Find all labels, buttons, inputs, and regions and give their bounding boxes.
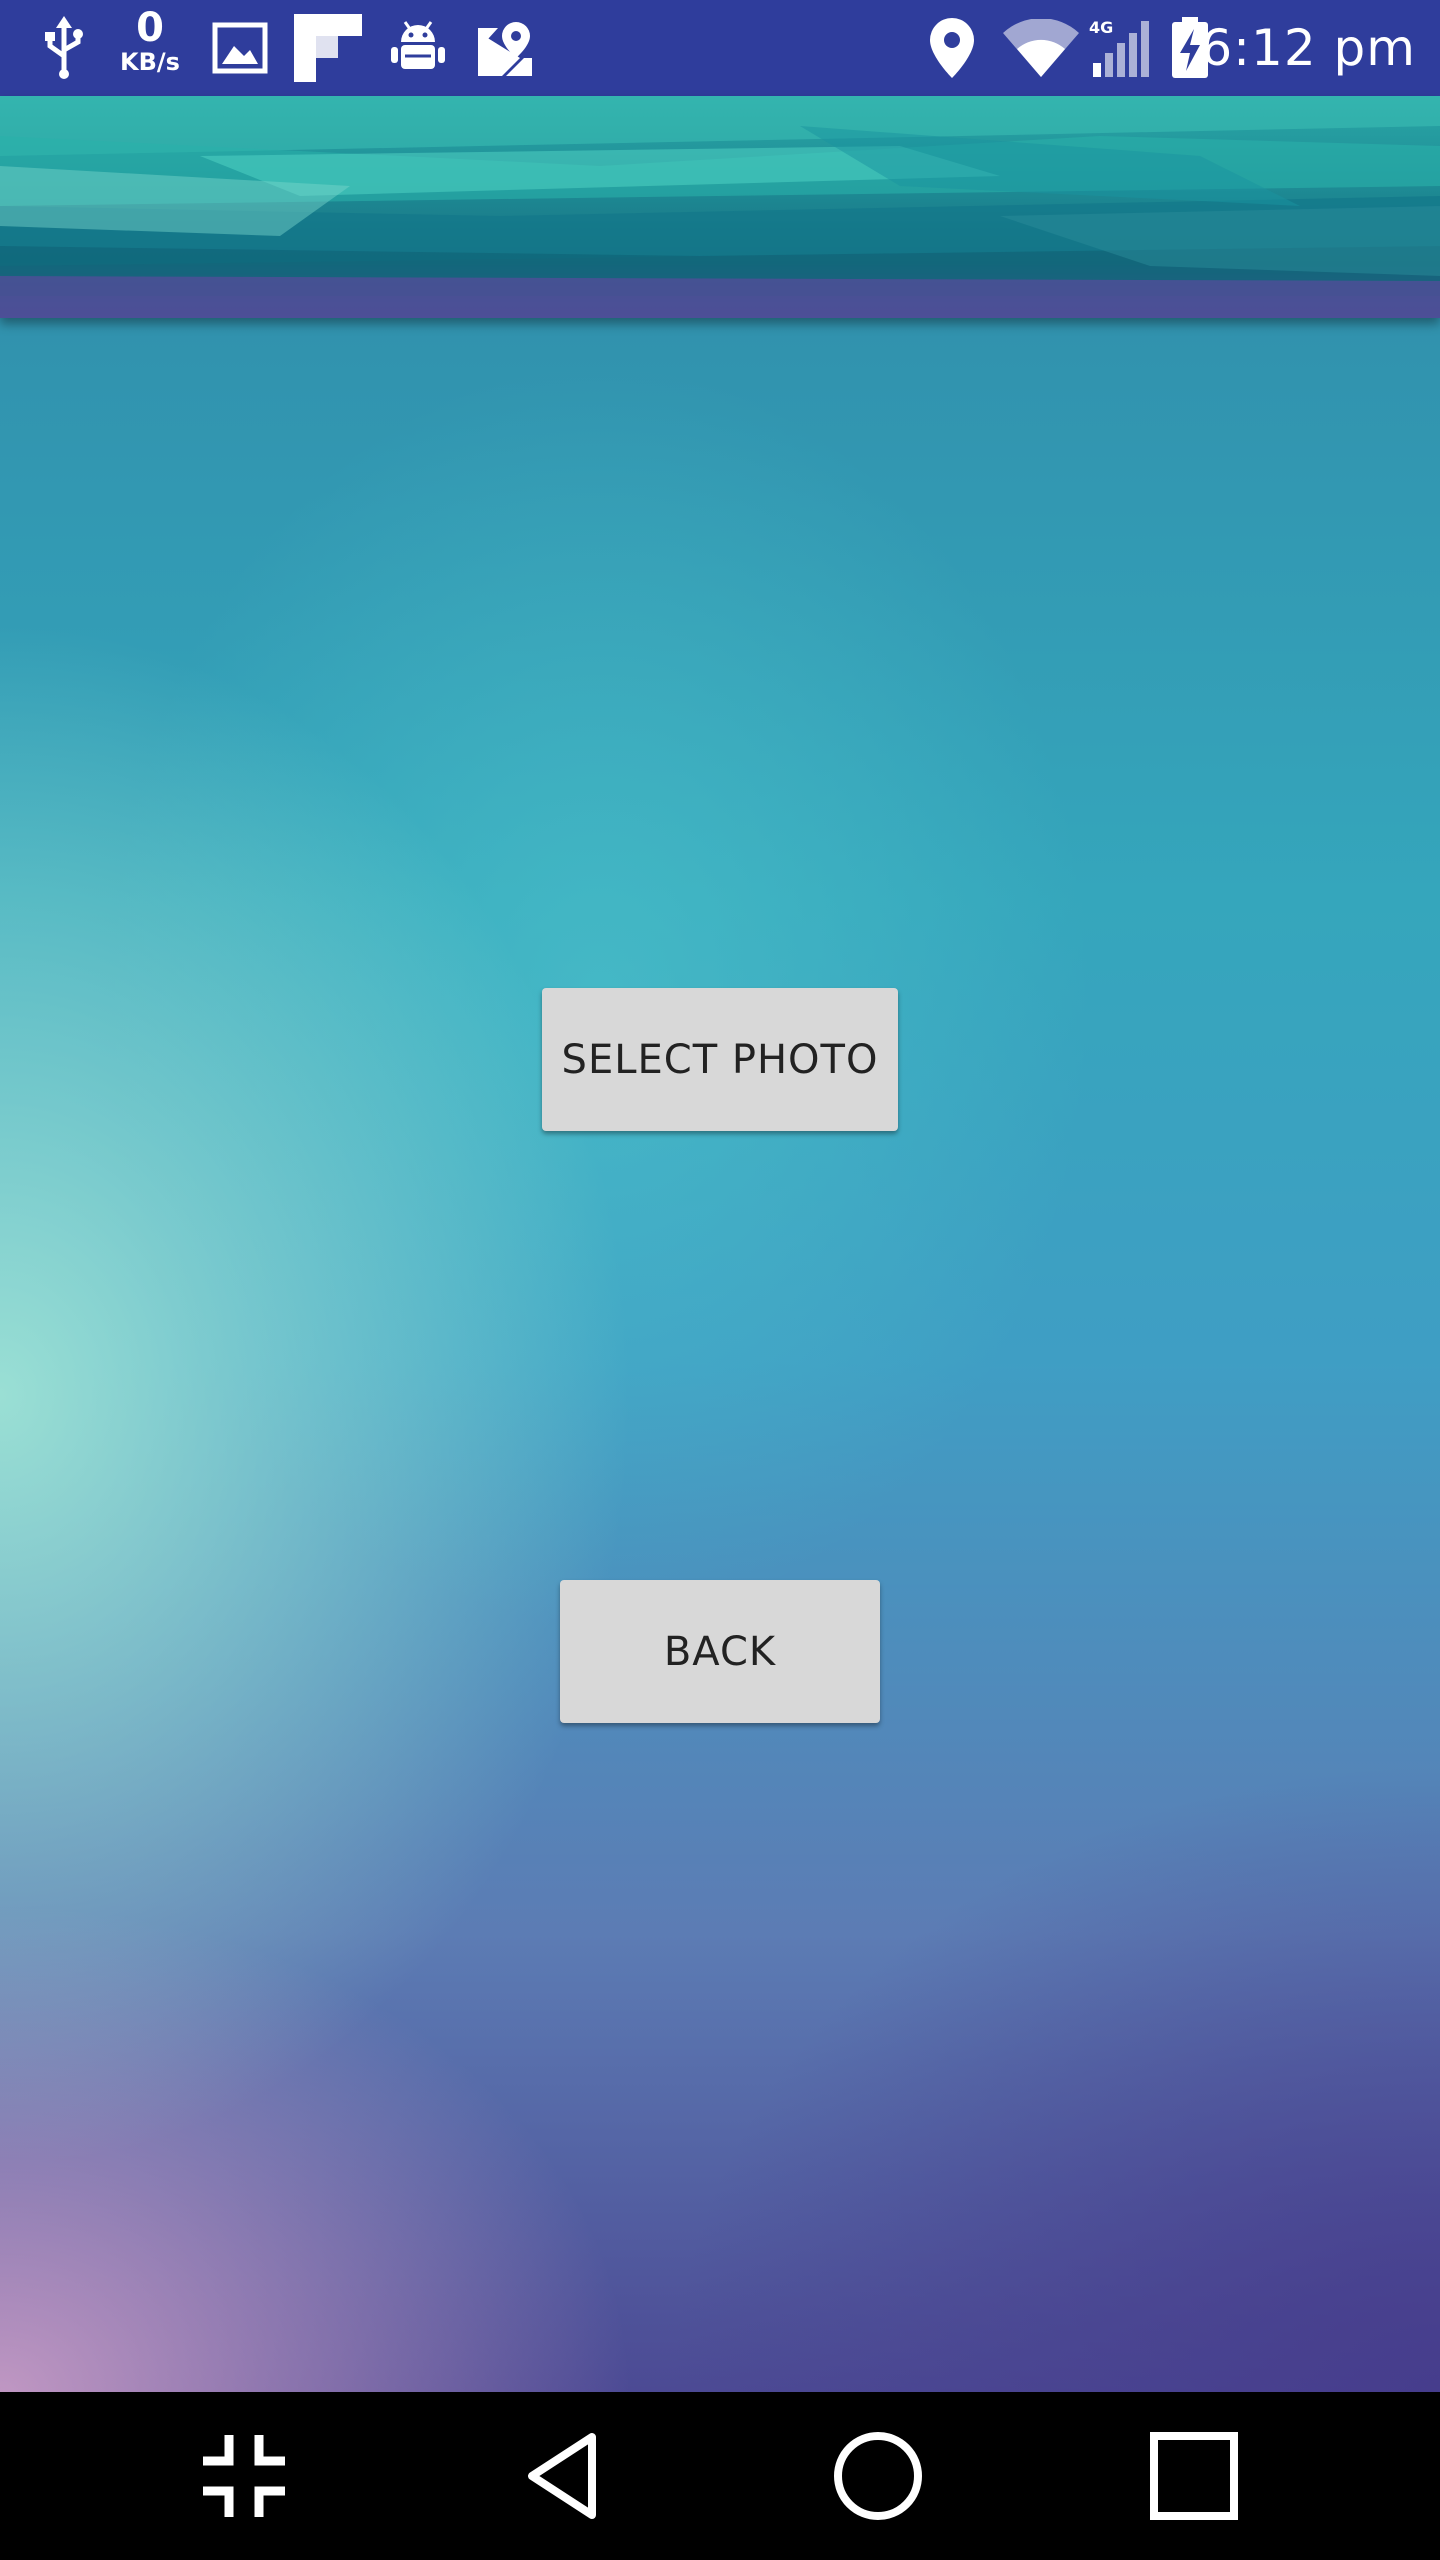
data-rate-unit: KB/s	[120, 48, 180, 76]
status-time: 6:12 pm	[1200, 19, 1416, 77]
flipboard-icon	[292, 0, 364, 96]
banner-streaks	[0, 96, 1440, 318]
maps-icon	[474, 0, 536, 96]
app-content: SELECT PHOTO BACK	[0, 96, 1440, 2392]
location-icon	[924, 0, 980, 96]
wifi-icon	[1000, 0, 1082, 96]
image-icon	[210, 0, 270, 96]
back-icon[interactable]	[462, 2392, 662, 2560]
data-rate-indicator: 0 KB/s	[110, 8, 190, 88]
home-icon[interactable]	[778, 2392, 978, 2560]
navigation-bar	[0, 2392, 1440, 2560]
phone-screen: 0 KB/s 4G 6:12 pm SELECT PHOTO BACK	[0, 0, 1440, 2560]
data-rate-value: 0	[136, 5, 164, 51]
back-button[interactable]: BACK	[560, 1580, 880, 1723]
usb-icon	[36, 0, 92, 96]
select-photo-button[interactable]: SELECT PHOTO	[542, 988, 898, 1131]
network-type-label: 4G	[1089, 18, 1113, 37]
header-banner	[0, 96, 1440, 318]
recents-icon[interactable]	[1094, 2392, 1294, 2560]
collapse-icon[interactable]	[144, 2392, 344, 2560]
status-bar: 0 KB/s 4G 6:12 pm	[0, 0, 1440, 96]
signal-icon: 4G	[1086, 0, 1152, 96]
android-debug-icon	[388, 0, 448, 96]
